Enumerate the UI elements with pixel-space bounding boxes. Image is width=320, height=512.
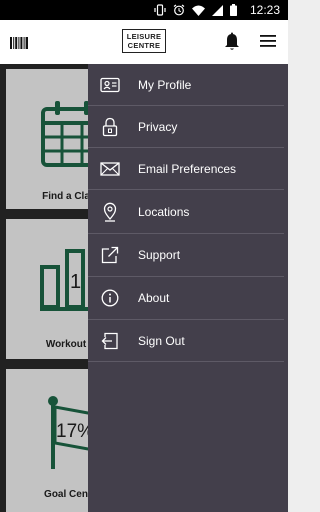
leisure-centre-logo: LEISURE CENTRE [122,29,166,53]
menu-label-locations: Locations [138,205,190,219]
vibrate-icon [154,4,166,16]
location-pin-icon [100,202,120,222]
envelope-icon [100,159,120,179]
menu-label-about: About [138,291,170,305]
lock-icon [100,117,120,137]
menu-label-support: Support [138,248,181,262]
menu-item-support[interactable]: Support [88,234,288,276]
menu-label-email-preferences: Email Preferences [138,162,237,176]
menu-item-sign-out[interactable]: Sign Out [88,320,288,362]
drawer-scrim[interactable] [0,64,88,512]
menu-item-privacy[interactable]: Privacy [88,106,288,148]
logo-line-2: CENTRE [127,41,161,50]
menu-item-my-profile[interactable]: My Profile [88,64,288,106]
navigation-drawer: My Profile Privacy Email Preferences Loc… [88,64,288,512]
app-bar: LEISURE CENTRE [0,20,288,64]
status-bar: 12:23 [0,0,288,20]
menu-icon[interactable] [260,34,276,52]
external-link-icon [100,245,120,265]
menu-item-locations[interactable]: Locations [88,191,288,233]
id-card-icon [100,75,120,95]
wifi-icon [191,5,205,16]
logo-line-1: LEISURE [126,32,162,41]
barcode-icon[interactable] [10,36,28,54]
menu-label-sign-out: Sign Out [138,334,185,348]
menu-item-about[interactable]: About [88,277,288,319]
signal-icon [211,4,223,16]
alarm-icon [173,4,185,16]
divider [88,189,284,190]
menu-item-email-preferences[interactable]: Email Preferences [88,148,288,190]
info-icon [100,288,120,308]
menu-label-my-profile: My Profile [138,78,192,92]
divider [88,361,284,362]
menu-label-privacy: Privacy [138,120,178,134]
sign-out-icon [100,331,120,351]
battery-icon [229,4,237,16]
clock-time: 12:23 [249,3,280,17]
bell-icon[interactable] [223,32,241,57]
